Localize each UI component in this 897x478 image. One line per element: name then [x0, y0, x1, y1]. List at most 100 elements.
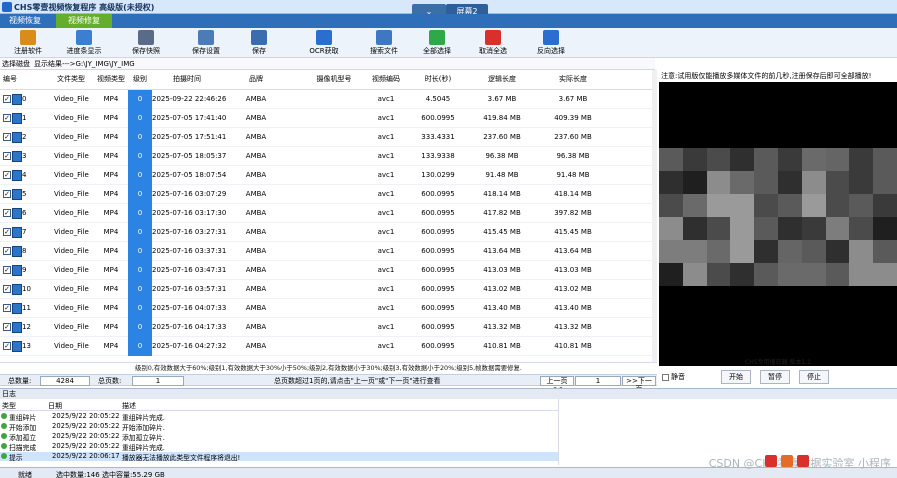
log-row[interactable]: 扫描完成 2025/9/22 20:05:22 重组碎片完成. [0, 442, 558, 452]
col-video-type[interactable]: 视频类型 [94, 74, 128, 84]
col-model[interactable]: 摄像机型号 [304, 74, 364, 84]
cell-vtype: MP4 [103, 152, 119, 160]
log-row[interactable]: 添加孤立 2025/9/22 20:05:22 添加孤立碎片. [0, 432, 558, 442]
row-checkbox[interactable]: ✓ [3, 133, 11, 141]
log-row[interactable]: 提示 2025/9/22 20:06:17 播放器无法播放此类型文件程序将退出! [0, 452, 558, 462]
log-header: 类型 日期 描述 [0, 399, 558, 411]
cell-vtype: MP4 [103, 190, 119, 198]
col-logical-size[interactable]: 逻辑长度 [472, 74, 532, 84]
row-checkbox[interactable]: ✓ [3, 228, 11, 236]
pause-button[interactable]: 暂停 [760, 370, 790, 384]
table-row[interactable]: ✓ 8 Video_File MP4 0 2025-07-16 03:37:31 AMBA a… [0, 242, 652, 261]
row-checkbox[interactable]: ✓ [3, 209, 11, 217]
table-row[interactable]: ✓ 12 Video_File MP4 0 2025-07-16 04:17:33 AMBA… [0, 318, 652, 337]
table-row[interactable]: ✓ 3 Video_File MP4 0 2025-07-05 18:05:37 AMBA a… [0, 147, 652, 166]
table-row[interactable]: ✓ 4 Video_File MP4 0 2025-07-05 18:07:54 AMBA a… [0, 166, 652, 185]
save-settings-button[interactable]: 保存设置 [184, 29, 228, 57]
prev-page-button[interactable]: 上一页<< [540, 376, 574, 393]
row-checkbox[interactable]: ✓ [3, 171, 11, 179]
cell-codec: avc1 [377, 304, 395, 312]
tab-video-recovery[interactable]: 视频恢复 [0, 14, 50, 28]
log-row[interactable]: 重组碎片 2025/9/22 20:05:22 重组碎片完成. [0, 412, 558, 422]
cell-brand: AMBA [245, 228, 267, 236]
row-checkbox[interactable]: ✓ [3, 342, 11, 350]
table-row[interactable]: ✓ 0 Video_File MP4 0 2025-09-22 22:46:26 AMBA a… [0, 90, 652, 109]
row-checkbox[interactable]: ✓ [3, 323, 11, 331]
col-brand[interactable]: 品牌 [236, 74, 276, 84]
row-checkbox[interactable]: ✓ [3, 285, 11, 293]
play-button[interactable]: 开始 [721, 370, 751, 384]
col-id[interactable]: 编号 [3, 74, 23, 84]
tray-icon-1[interactable] [765, 455, 777, 467]
video-mosaic-block [682, 148, 707, 171]
video-mosaic-block [706, 217, 731, 240]
tab-video-repair[interactable]: 视频修复 [56, 14, 112, 28]
row-checkbox[interactable]: ✓ [3, 95, 11, 103]
video-mosaic-block [659, 240, 683, 263]
log-col-date: 日期 [48, 402, 62, 410]
next-page-button[interactable]: >>下一页 [622, 376, 656, 393]
row-checkbox[interactable]: ✓ [3, 152, 11, 160]
col-duration[interactable]: 时长(秒) [410, 74, 466, 84]
register-button[interactable]: 注册软件 [6, 29, 50, 57]
table-row[interactable]: ✓ 10 Video_File MP4 0 2025-07-16 03:57:31 AMBA… [0, 280, 652, 299]
col-level[interactable]: 级别 [128, 74, 152, 84]
cell-codec: avc1 [377, 209, 395, 217]
row-checkbox[interactable]: ✓ [3, 190, 11, 198]
table-row[interactable]: ✓ 9 Video_File MP4 0 2025-07-16 03:47:31 AMBA a… [0, 261, 652, 280]
stop-button[interactable]: 停止 [799, 370, 829, 384]
cell-vtype: MP4 [103, 247, 119, 255]
invert-selection-button[interactable]: 反向选择 [532, 29, 570, 57]
log-row[interactable]: 开始添加 2025/9/22 20:05:22 开始添加碎片. [0, 422, 558, 432]
cell-id: 13 [22, 342, 31, 350]
col-file-type[interactable]: 文件类型 [54, 74, 88, 84]
cell-actual: 397.82 MB [554, 209, 592, 217]
video-mosaic-block [659, 194, 683, 217]
cell-vtype: MP4 [103, 95, 119, 103]
row-checkbox[interactable]: ✓ [3, 266, 11, 274]
log-cell-date: 2025/9/22 20:05:22 [52, 412, 120, 420]
video-mosaic-block [706, 148, 731, 171]
save-button[interactable]: 保存 [244, 29, 274, 57]
tray-icon-3[interactable] [797, 455, 809, 467]
table-row[interactable]: ✓ 1 Video_File MP4 0 2025-07-05 17:41:40 AMBA a… [0, 109, 652, 128]
col-codec[interactable]: 视频编码 [364, 74, 408, 84]
row-checkbox[interactable]: ✓ [3, 304, 11, 312]
row-checkbox[interactable]: ✓ [3, 114, 11, 122]
page-input[interactable]: 1 [575, 376, 621, 386]
total-count: 4284 [40, 376, 90, 386]
col-time[interactable]: 拍摄时间 [152, 74, 222, 84]
video-mosaic-block [706, 171, 731, 194]
cell-time: 2025-07-05 18:07:54 [152, 171, 227, 179]
player-title: CHS专用播放器 版本1.1 [745, 359, 811, 366]
save-snapshot-button[interactable]: 保存快照 [124, 29, 168, 57]
table-row[interactable]: ✓ 13 Video_File MP4 0 2025-07-16 04:27:32 AMBA… [0, 337, 652, 356]
table-row[interactable]: ✓ 5 Video_File MP4 0 2025-07-16 03:07:29 AMBA a… [0, 185, 652, 204]
search-files-button[interactable]: 搜索文件 [362, 29, 406, 57]
ocr-button[interactable]: OCR获取 [302, 29, 346, 57]
video-mosaic-block [778, 171, 802, 194]
table-row[interactable]: ✓ 11 Video_File MP4 0 2025-07-16 04:07:33 AMBA… [0, 299, 652, 318]
table-scrollbar[interactable] [652, 70, 657, 362]
tray-icon-2[interactable] [781, 455, 793, 467]
video-mosaic-block [801, 171, 826, 194]
table-row[interactable]: ✓ 6 Video_File MP4 0 2025-07-16 03:17:30 AMBA a… [0, 204, 652, 223]
cell-id: 5 [22, 190, 27, 198]
progress-display-button[interactable]: 进度条显示 [60, 29, 108, 57]
cell-brand: AMBA [245, 133, 267, 141]
video-file-icon [12, 341, 22, 352]
select-all-button[interactable]: 全部选择 [418, 29, 456, 57]
video-mosaic-block [730, 263, 755, 286]
cell-brand: AMBA [245, 266, 267, 274]
row-checkbox[interactable]: ✓ [3, 247, 11, 255]
select-disk-button[interactable]: 选择磁盘 [2, 59, 30, 69]
video-mosaic-block [849, 148, 874, 171]
table-row[interactable]: ✓ 2 Video_File MP4 0 2025-07-05 17:51:41 AMBA a… [0, 128, 652, 147]
deselect-all-button[interactable]: 取消全选 [474, 29, 512, 57]
mute-checkbox[interactable]: 静音 [662, 372, 685, 382]
log-cell-desc: 重组碎片完成. [122, 414, 165, 422]
table-row[interactable]: ✓ 7 Video_File MP4 0 2025-07-16 03:27:31 AMBA a… [0, 223, 652, 242]
log-col-type: 类型 [2, 402, 16, 410]
cell-logical: 413.02 MB [483, 285, 521, 293]
col-actual-size[interactable]: 实际长度 [540, 74, 606, 84]
